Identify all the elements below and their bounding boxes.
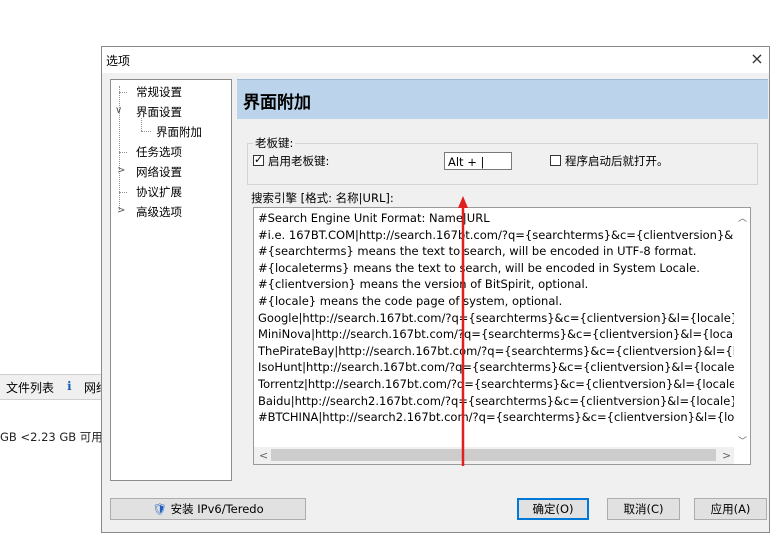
enable-boss-key-label: 启用老板键: [268,154,330,168]
text-line: #BTCHINA|http://search2.167bt.com/?q={se… [258,410,751,425]
text-line: MiniNova|http://search.167bt.com/?q={sea… [258,327,751,342]
ok-button[interactable]: 确定(O) [517,498,589,520]
install-ipv6-label: 安装 IPv6/Teredo [170,502,264,516]
text-line: Torrentz|http://search.167bt.com/?q={sea… [258,377,751,391]
hotkey-value: Alt + | [448,155,485,169]
text-line: #{clientversion} means the version of Bi… [258,277,589,292]
cancel-button[interactable]: 取消(C) [607,498,680,520]
tree-item-general[interactable]: 常规设置 [136,84,182,100]
search-engines-textarea[interactable]: #Search Engine Unit Format: Name|URL #i.… [253,207,751,465]
apply-button[interactable]: 应用(A) [694,498,767,520]
tree-item-task-options[interactable]: 任务选项 [136,144,182,160]
scroll-up-icon[interactable]: ︿ [738,211,747,224]
file-list-tab[interactable]: 文件列表 [6,379,54,396]
tree-item-ui-settings[interactable]: 界面设置 [136,104,182,120]
options-dialog: 选项 × 常规设置 ∨ 界面设置 界面附加 任务选项 > 网络设置 协议扩展 >… [101,46,770,533]
panel-header: 界面附加 [237,79,768,119]
scroll-left-icon[interactable]: < [259,449,268,462]
tree-connector [119,152,127,153]
tree-connector [119,92,127,93]
info-icon: ℹ [67,379,72,393]
settings-tree: 常规设置 ∨ 界面设置 界面附加 任务选项 > 网络设置 协议扩展 > 高级选项 [110,79,232,481]
text-line: #{locale} means the code page of system,… [258,294,563,308]
tree-item-advanced[interactable]: 高级选项 [136,204,182,220]
horizontal-scroll-thumb[interactable] [271,449,716,461]
dialog-title: 选项 [106,54,131,68]
dialog-titlebar: 选项 × [102,47,769,73]
tree-connector [141,131,151,132]
chevron-down-icon[interactable]: ∨ [115,105,122,116]
chevron-right-icon[interactable]: > [117,205,125,216]
tree-item-protocol-extensions[interactable]: 协议扩展 [136,184,182,200]
panel-title: 界面附加 [243,93,311,113]
text-line: ThePirateBay|http://search.167bt.com/?q=… [258,343,751,358]
disk-space-status: GB <2.23 GB 可用 [0,430,103,444]
scroll-down-icon[interactable]: ﹀ [738,434,747,447]
scroll-right-icon[interactable]: > [722,449,731,462]
text-line: #{searchterms} means the text to search,… [258,244,697,259]
tree-connector [141,118,142,131]
boss-key-hotkey-input[interactable]: Alt + | [444,152,512,170]
boss-key-group-label: 老板键: [253,135,296,151]
tree-item-ui-extras[interactable]: 界面附加 [156,124,202,140]
shield-icon: 🛡 [152,502,167,516]
text-line: Baidu|http://search2.167bt.com/?q={searc… [258,393,751,408]
annotation-arrow [458,196,468,466]
text-line: #i.e. 167BT.COM|http://search.167bt.com/… [258,227,751,242]
tree-item-network-settings[interactable]: 网络设置 [136,164,182,180]
text-line: #Search Engine Unit Format: Name|URL [258,211,490,225]
close-icon[interactable]: × [747,49,767,69]
horizontal-scrollbar[interactable]: < > [254,447,734,464]
tree-connector [119,192,127,193]
settings-panel: 界面附加 老板键: 启用老板键: Alt + | 程序启动后就打开。 搜索引擎 … [237,79,768,481]
install-ipv6-button[interactable]: 🛡 安装 IPv6/Teredo [110,498,306,520]
background-tab-strip: 文件列表 ℹ 网络 [0,374,108,400]
open-on-startup-label: 程序启动后就打开。 [565,154,669,168]
text-line: IsoHunt|http://search.167bt.com/?q={sear… [258,360,751,375]
text-line: Google|http://search.167bt.com/?q={searc… [258,310,751,325]
text-line: #{localeterms} means the text to search,… [258,260,700,275]
enable-boss-key-checkbox[interactable] [253,153,264,166]
chevron-right-icon[interactable]: > [117,165,125,176]
search-engines-label: 搜索引擎 [格式: 名称|URL]: [251,191,394,205]
vertical-scrollbar[interactable]: ︿ ﹀ [734,208,750,448]
open-on-startup-checkbox[interactable] [550,155,561,166]
